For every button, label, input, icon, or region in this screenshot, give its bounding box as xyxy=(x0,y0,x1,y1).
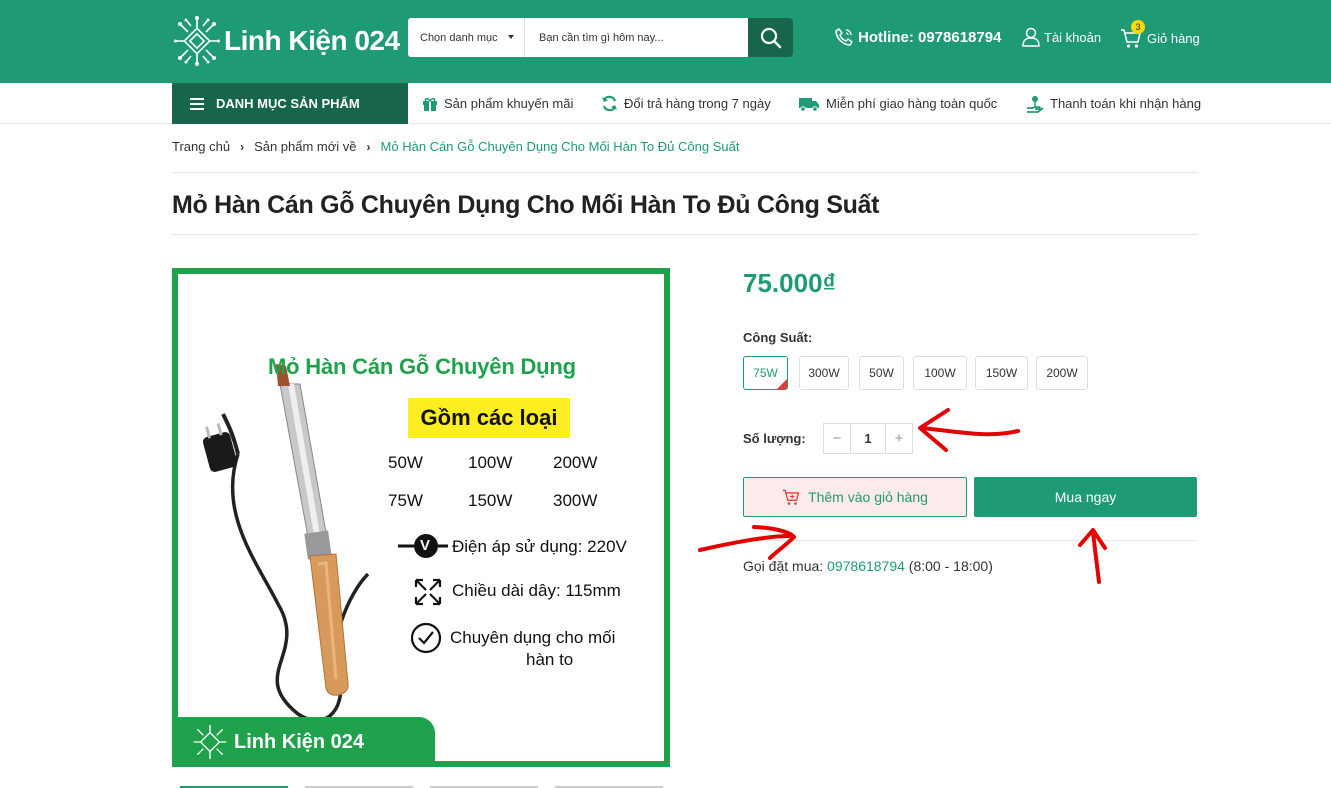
selected-corner-icon xyxy=(777,379,787,389)
logo-text: Linh Kiện 024 xyxy=(224,25,400,56)
hotline-text: Hotline: 0978618794 xyxy=(858,28,1002,46)
refresh-icon xyxy=(602,95,617,112)
product-image[interactable]: Mỏ Hàn Cán Gỗ Chuyên Dụng Gồm các loại 5… xyxy=(172,268,670,767)
nav-item-cod[interactable]: Thanh toán khi nhận hàng xyxy=(1026,83,1201,124)
image-footer-logo: Linh Kiện 024 xyxy=(178,717,435,761)
hotline[interactable]: Hotline: 0978618794 xyxy=(834,27,1001,47)
option-100w[interactable]: 100W xyxy=(913,356,967,390)
option-text: 100W xyxy=(924,366,956,380)
account-link[interactable]: Tài khoản xyxy=(1022,27,1101,47)
image-watt: 50W xyxy=(388,453,423,472)
search-input[interactable] xyxy=(525,18,748,57)
quantity-increase-button[interactable]: + xyxy=(886,424,912,453)
image-watt: 300W xyxy=(553,491,598,510)
cart-label: Giỏ hàng xyxy=(1147,30,1200,46)
add-to-cart-button[interactable]: Thêm vào giỏ hàng xyxy=(743,477,967,517)
option-200w[interactable]: 200W xyxy=(1036,356,1088,390)
image-spec-length: Chiều dài dây: 115mm xyxy=(452,581,621,600)
image-watt: 200W xyxy=(553,453,598,472)
option-150w[interactable]: 150W xyxy=(975,356,1028,390)
add-to-cart-label: Thêm vào giỏ hàng xyxy=(808,489,928,505)
nav-item-label: Đổi trả hàng trong 7 ngày xyxy=(624,96,771,111)
hamburger-icon xyxy=(190,97,204,110)
search-category-label: Chọn danh mục xyxy=(420,31,498,44)
call-to-order-hours: (8:00 - 18:00) xyxy=(904,558,993,574)
image-watt: 100W xyxy=(468,453,513,472)
site-header: Linh Kiện 024 Chọn danh mục Hotline: 097… xyxy=(0,0,1331,83)
search-category-select[interactable]: Chọn danh mục xyxy=(408,18,525,57)
divider xyxy=(172,234,1198,235)
option-text: 50W xyxy=(869,366,894,380)
breadcrumb-current: Mỏ Hàn Cán Gỗ Chuyên Dụng Cho Mối Hàn To… xyxy=(380,139,740,154)
arrow-to-quantity xyxy=(920,426,1020,437)
image-band: Gồm các loại xyxy=(408,398,570,438)
nav-bar: DANH MỤC SẢN PHẨM Sản phẩm khuyến mãi Đổ… xyxy=(0,83,1331,124)
option-text: 300W xyxy=(808,366,840,380)
cart-count-badge: 3 xyxy=(1131,20,1145,34)
nav-item-returns[interactable]: Đổi trả hàng trong 7 ngày xyxy=(601,83,771,124)
nav-item-label: Sản phẩm khuyến mãi xyxy=(444,96,574,111)
image-footer-logo-text: Linh Kiện 024 xyxy=(234,730,365,753)
option-50w[interactable]: 50W xyxy=(859,356,904,390)
call-to-order-phone-link[interactable]: 0978618794 xyxy=(827,558,905,574)
option-text: 150W xyxy=(985,366,1018,380)
search-bar: Chọn danh mục xyxy=(408,18,793,57)
caret-down-icon xyxy=(508,35,514,39)
quantity-label: Số lượng: xyxy=(743,431,806,446)
call-to-order: Gọi đặt mua: 0978618794 (8:00 - 18:00) xyxy=(743,558,993,574)
option-text: 200W xyxy=(1046,366,1078,380)
gift-icon xyxy=(423,97,437,111)
product-price: 75.000₫ xyxy=(743,268,836,298)
divider xyxy=(743,540,1197,541)
site-logo[interactable]: Linh Kiện 024 xyxy=(174,14,400,68)
cart-link[interactable]: 3 Giỏ hàng xyxy=(1120,20,1200,49)
buy-now-button[interactable]: Mua ngay xyxy=(974,477,1197,517)
divider xyxy=(172,172,1198,173)
nav-item-promotions[interactable]: Sản phẩm khuyến mãi xyxy=(422,83,573,124)
image-spec-voltage: Điện áp sử dụng: 220V xyxy=(452,537,627,556)
option-label: Công Suất: xyxy=(743,330,813,345)
voltage-symbol: V xyxy=(420,537,431,554)
nav-item-label: Miễn phí giao hàng toàn quốc xyxy=(826,96,998,111)
option-300w[interactable]: 300W xyxy=(799,356,849,390)
option-text: 75W xyxy=(753,366,778,380)
nav-item-label: Thanh toán khi nhận hàng xyxy=(1050,96,1202,111)
breadcrumb-home[interactable]: Trang chủ xyxy=(172,139,230,154)
user-icon xyxy=(1022,27,1040,47)
image-band-text: Gồm các loại xyxy=(420,405,558,430)
quantity-decrease-button[interactable]: − xyxy=(824,424,850,453)
circuit-chip-logo-icon xyxy=(193,724,227,760)
phone-icon xyxy=(835,28,853,46)
breadcrumb: Trang chủ › Sản phẩm mới về › Mỏ Hàn Cán… xyxy=(172,139,739,154)
category-menu-button[interactable]: DANH MỤC SẢN PHẨM xyxy=(172,83,408,124)
account-label: Tài khoản xyxy=(1044,29,1102,45)
image-spec-use: hàn to xyxy=(526,650,574,669)
search-button[interactable] xyxy=(748,18,793,57)
breadcrumb-new-products[interactable]: Sản phẩm mới về xyxy=(254,139,356,154)
cart-add-icon xyxy=(782,489,800,505)
option-75w[interactable]: 75W xyxy=(743,356,788,390)
hand-coin-icon xyxy=(1027,95,1044,113)
call-to-order-prefix: Gọi đặt mua: xyxy=(743,558,828,574)
quantity-stepper: − 1 + xyxy=(823,423,913,454)
image-spec-use: Chuyên dụng cho mối xyxy=(450,628,616,647)
quantity-input[interactable]: 1 xyxy=(850,424,886,453)
buy-now-label: Mua ngay xyxy=(1054,489,1117,505)
image-watt: 75W xyxy=(388,491,423,510)
image-watt: 150W xyxy=(468,491,513,510)
truck-icon xyxy=(799,97,819,112)
page-title: Mỏ Hàn Cán Gỗ Chuyên Dụng Cho Mối Hàn To… xyxy=(172,191,880,219)
soldering-iron-illustration xyxy=(202,364,448,723)
image-heading: Mỏ Hàn Cán Gỗ Chuyên Dụng xyxy=(268,354,576,379)
arrow-to-add-to-cart xyxy=(698,534,792,552)
circuit-chip-logo-icon xyxy=(174,16,220,66)
category-menu-label: DANH MỤC SẢN PHẨM xyxy=(216,96,360,111)
chevron-right-icon: › xyxy=(240,139,245,154)
nav-item-free-shipping[interactable]: Miễn phí giao hàng toàn quốc xyxy=(799,83,997,124)
chevron-right-icon: › xyxy=(366,139,371,154)
search-icon xyxy=(760,27,781,48)
